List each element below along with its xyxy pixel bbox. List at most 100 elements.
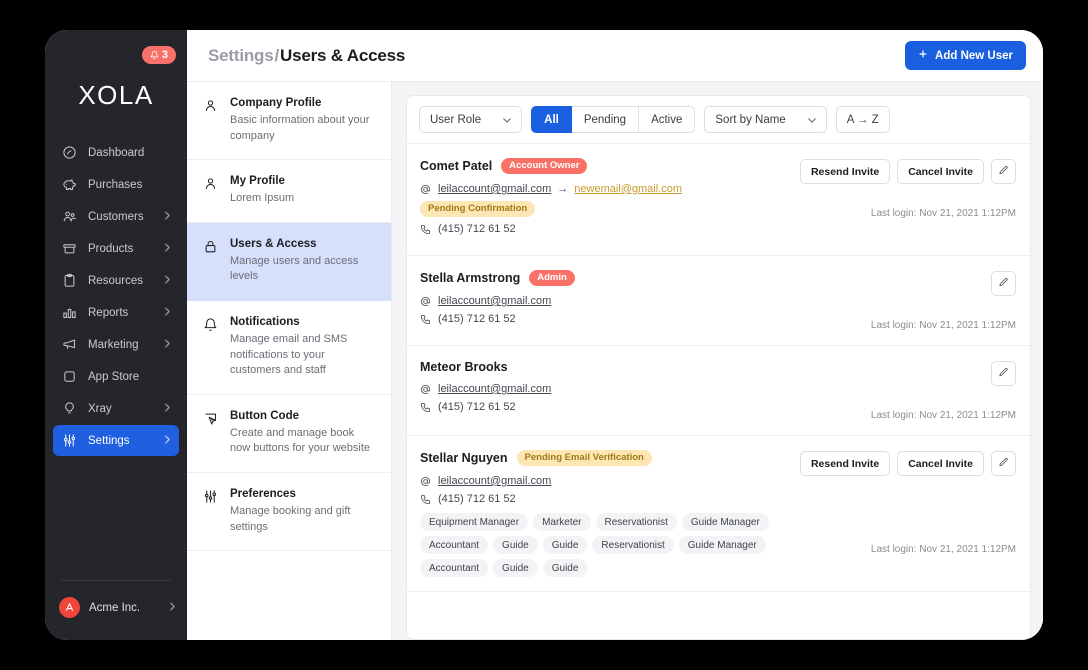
table-row: Comet Patel Account Owner leilaccount@gm…	[407, 144, 1030, 256]
user-phone-line: (415) 712 61 52	[420, 313, 871, 325]
user-email[interactable]: leilaccount@gmail.com	[438, 295, 551, 307]
cancel-invite-button[interactable]: Cancel Invite	[897, 159, 984, 184]
action-row	[991, 361, 1016, 386]
action-row: Resend Invite Cancel Invite	[799, 451, 1016, 476]
status-filter-active[interactable]: Active	[638, 106, 696, 133]
resend-invite-button[interactable]: Resend Invite	[799, 159, 891, 184]
user-email[interactable]: leilaccount@gmail.com	[438, 183, 551, 195]
settings-menu-item-title: Preferences	[230, 488, 296, 501]
user-name: Meteor Brooks	[420, 360, 508, 374]
resend-invite-button[interactable]: Resend Invite	[799, 451, 891, 476]
plus-icon	[918, 49, 928, 62]
sidebar-item-reports[interactable]: Reports	[53, 297, 179, 328]
square-icon	[61, 369, 77, 385]
status-filter-pending[interactable]: Pending	[570, 106, 640, 133]
status-badge: Admin	[529, 270, 575, 286]
breadcrumb-separator: /	[274, 45, 279, 65]
role-tag: Guide Manager	[681, 513, 769, 531]
chevron-down-icon	[503, 114, 511, 126]
content-area: User Role All Pending Active Sort by Nam…	[392, 82, 1043, 640]
settings-menu-item-desc: Create and manage book now buttons for y…	[230, 426, 371, 455]
role-tag: Marketer	[533, 513, 591, 531]
user-info: Stellar Nguyen Pending Email Verificatio…	[420, 450, 800, 577]
sidebar-item-purchases[interactable]: Purchases	[53, 169, 179, 200]
sidebar-item-customers[interactable]: Customers	[53, 201, 179, 232]
piggy-bank-icon	[61, 177, 77, 193]
settings-menu-item-title: Company Profile	[230, 97, 322, 109]
org-switcher[interactable]: Acme Inc.	[45, 597, 187, 618]
add-new-user-label: Add New User	[935, 49, 1013, 62]
sidebar-item-app-store[interactable]: App Store	[53, 361, 179, 392]
status-filter-all[interactable]: All	[531, 106, 572, 133]
user-email[interactable]: leilaccount@gmail.com	[438, 383, 551, 395]
lightbulb-icon	[61, 401, 77, 417]
user-name: Stella Armstrong	[420, 271, 521, 285]
sidebar-item-label: Resources	[88, 274, 143, 287]
user-info: Comet Patel Account Owner leilaccount@gm…	[420, 158, 800, 241]
sidebar-item-label: Products	[88, 242, 134, 255]
user-email[interactable]: leilaccount@gmail.com	[438, 475, 551, 487]
brand-logo: XOLA	[78, 80, 154, 110]
users-card: User Role All Pending Active Sort by Nam…	[406, 95, 1031, 640]
user-name-line: Comet Patel Account Owner	[420, 158, 800, 174]
box-icon	[61, 241, 77, 257]
settings-menu-item-desc: Basic information about your company	[230, 114, 370, 142]
settings-menu-item-body: Notifications Manage email and SMS notif…	[230, 316, 377, 379]
last-login: Last login: Nov 21, 2021 1:12PM	[870, 320, 1016, 331]
bell-icon	[203, 316, 219, 379]
settings-menu-item-company-profile[interactable]: Company Profile Basic information about …	[187, 82, 391, 161]
notification-badge[interactable]: 3	[141, 46, 176, 64]
sidebar-item-label: Reports	[88, 306, 129, 319]
sidebar-item-label: App Store	[88, 370, 140, 383]
sidebar-item-label: Customers	[88, 210, 144, 223]
page-title-text: Users & Access	[280, 45, 406, 65]
sidebar-item-resources[interactable]: Resources	[53, 265, 179, 296]
edit-user-button[interactable]	[991, 361, 1016, 386]
role-tag: Guide	[493, 536, 538, 554]
settings-menu-item-desc: Lorem Ipsum	[230, 192, 295, 205]
sidebar-item-xray[interactable]: Xray	[53, 393, 179, 424]
phone-icon	[420, 224, 432, 235]
user-icon	[203, 175, 219, 207]
settings-menu-item-my-profile[interactable]: My Profile Lorem Ipsum	[187, 160, 391, 223]
nav-divider	[61, 580, 171, 581]
app-window: 3 XOLA Dashboard Purchases Customers Pro…	[45, 30, 1043, 640]
pencil-icon	[998, 366, 1009, 381]
settings-menu-item-users-access[interactable]: Users & Access Manage users and access l…	[187, 222, 391, 302]
megaphone-icon	[61, 337, 77, 353]
settings-menu-item-body: My Profile Lorem Ipsum	[230, 175, 294, 207]
edit-user-button[interactable]	[991, 271, 1016, 296]
cursor-click-icon	[203, 410, 219, 457]
sidebar-item-marketing[interactable]: Marketing	[53, 329, 179, 360]
sort-direction-button[interactable]: A → Z	[835, 106, 890, 133]
add-new-user-button[interactable]: Add New User	[905, 41, 1026, 70]
settings-menu-item-title: Users & Access	[230, 237, 317, 250]
settings-menu-item-button-code[interactable]: Button Code Create and manage book now b…	[187, 395, 391, 474]
user-role-filter[interactable]: User Role	[419, 106, 523, 133]
sidebar-item-products[interactable]: Products	[53, 233, 179, 264]
user-email-line: leilaccount@gmail.com	[420, 475, 800, 487]
settings-menu-item-notifications[interactable]: Notifications Manage email and SMS notif…	[187, 301, 391, 395]
role-tag: Equipment Manager	[420, 513, 529, 531]
clipboard-icon	[61, 273, 77, 289]
sidebar-item-label: Marketing	[88, 338, 139, 351]
cancel-invite-button[interactable]: Cancel Invite	[897, 451, 984, 476]
settings-menu-item-preferences[interactable]: Preferences Manage booking and gift sett…	[187, 473, 391, 552]
edit-user-button[interactable]	[991, 159, 1016, 184]
sliders-icon	[203, 488, 219, 535]
role-tag: Accountant	[420, 559, 489, 577]
user-info: Meteor Brooks leilaccount@gmail.com (415…	[420, 360, 871, 419]
user-new-email[interactable]: newemail@gmail.com	[574, 183, 682, 195]
edit-user-button[interactable]	[991, 451, 1016, 476]
pencil-icon	[998, 276, 1009, 291]
email-change-arrow: →	[557, 183, 569, 195]
sidebar-item-dashboard[interactable]: Dashboard	[53, 137, 179, 168]
chevron-right-icon	[165, 211, 171, 223]
sidebar-item-settings[interactable]: Settings	[53, 425, 179, 456]
bar-chart-icon	[61, 305, 77, 321]
breadcrumb-parent[interactable]: Settings	[208, 46, 274, 65]
dashboard-icon	[61, 145, 77, 161]
user-info: Stella Armstrong Admin leilaccount@gmail…	[420, 270, 871, 331]
sort-by-filter[interactable]: Sort by Name	[704, 106, 827, 133]
